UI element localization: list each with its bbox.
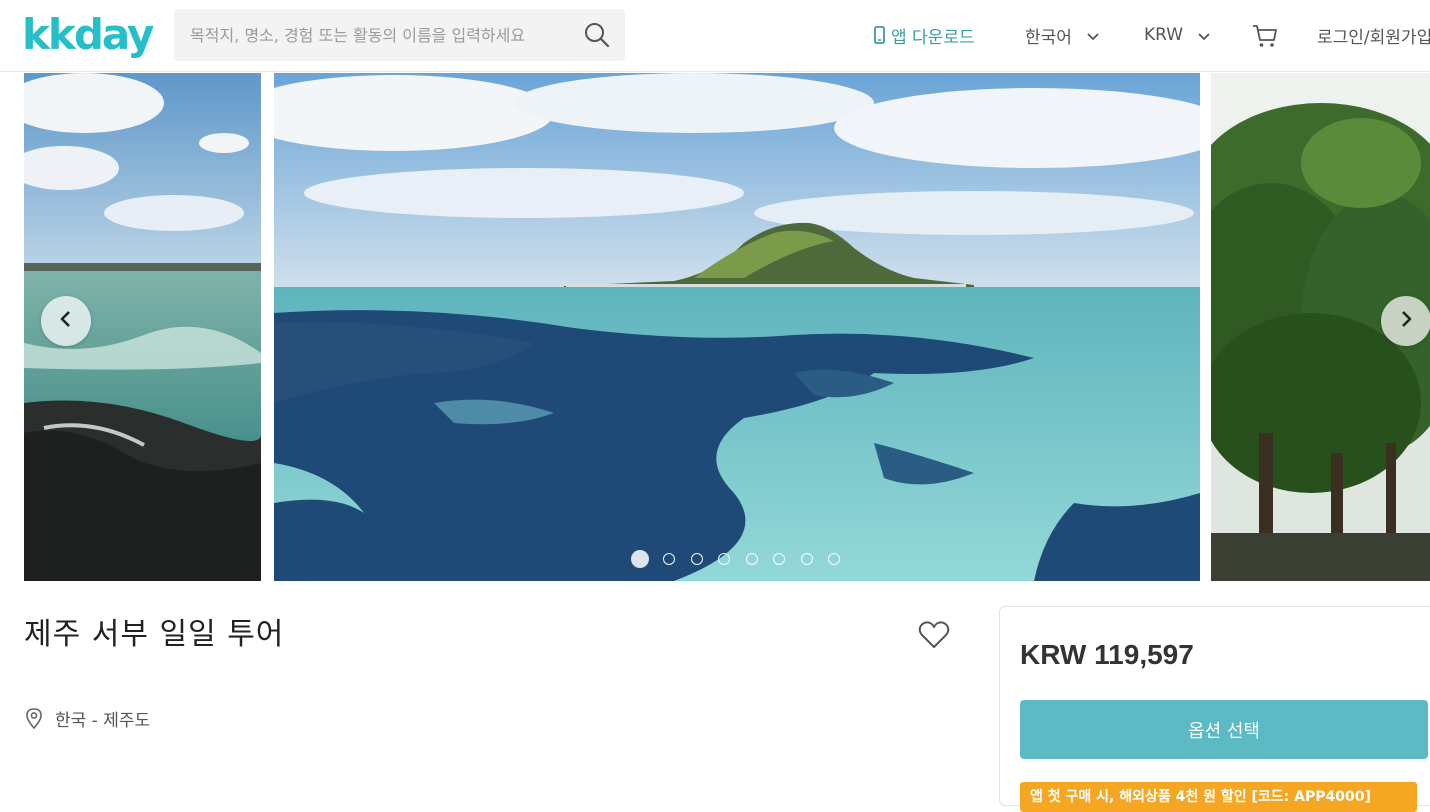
carousel-next-button[interactable]: [1381, 296, 1430, 346]
search-bar: [174, 9, 625, 61]
search-icon[interactable]: [583, 21, 611, 49]
kkday-logo[interactable]: kkday: [22, 8, 154, 62]
product-location: 한국 - 제주도: [25, 705, 150, 731]
language-label: 한국어: [1025, 27, 1072, 48]
app-download-link[interactable]: 앱 다운로드: [874, 20, 975, 50]
carousel-dot[interactable]: [800, 553, 813, 565]
search-input[interactable]: [174, 9, 569, 61]
carousel-dot[interactable]: [718, 553, 730, 565]
language-selector[interactable]: 한국어: [1025, 20, 1100, 50]
carousel-dot[interactable]: [663, 553, 675, 565]
carousel-slide-active[interactable]: [274, 73, 1200, 581]
carousel-dot[interactable]: [745, 553, 758, 565]
map-pin-icon: [25, 707, 43, 730]
product-price: KRW 119,597: [1020, 639, 1194, 670]
phone-icon: [874, 26, 885, 44]
carousel-prev-button[interactable]: [41, 296, 91, 346]
login-signup-link[interactable]: 로그인/회원가입: [1317, 20, 1430, 50]
booking-card: KRW 119,597 옵션 선택 앱 첫 구매 시, 해외상품 4천 원 할인…: [999, 606, 1430, 812]
promo-banner: 앱 첫 구매 시, 해외상품 4천 원 할인 [코드: APP4000]: [1020, 782, 1417, 812]
site-header: kkday 앱 다운로드 한국어 KRW 로그인/회원가입: [0, 0, 1430, 72]
carousel-dot[interactable]: [690, 553, 703, 565]
app-download-label: 앱 다운로드: [891, 27, 975, 48]
carousel-pagination: [631, 549, 856, 569]
carousel-dot[interactable]: [773, 553, 785, 565]
carousel-dot[interactable]: [631, 550, 649, 568]
currency-label: KRW: [1144, 25, 1184, 45]
currency-selector[interactable]: KRW: [1144, 20, 1211, 50]
image-carousel: [0, 73, 1430, 581]
jeju-island-ocean-photo: [274, 73, 1200, 581]
chevron-right-icon: [1397, 310, 1415, 332]
chevron-left-icon: [57, 310, 75, 332]
heart-icon[interactable]: [917, 618, 951, 652]
chevron-down-icon: [1086, 28, 1100, 42]
carousel-dot[interactable]: [828, 553, 840, 565]
product-title: 제주 서부 일일 투어: [24, 617, 285, 652]
cart-icon[interactable]: [1251, 21, 1279, 51]
chevron-down-icon: [1197, 28, 1211, 42]
select-option-button[interactable]: 옵션 선택: [1020, 700, 1428, 759]
location-label: 한국 - 제주도: [55, 710, 151, 731]
